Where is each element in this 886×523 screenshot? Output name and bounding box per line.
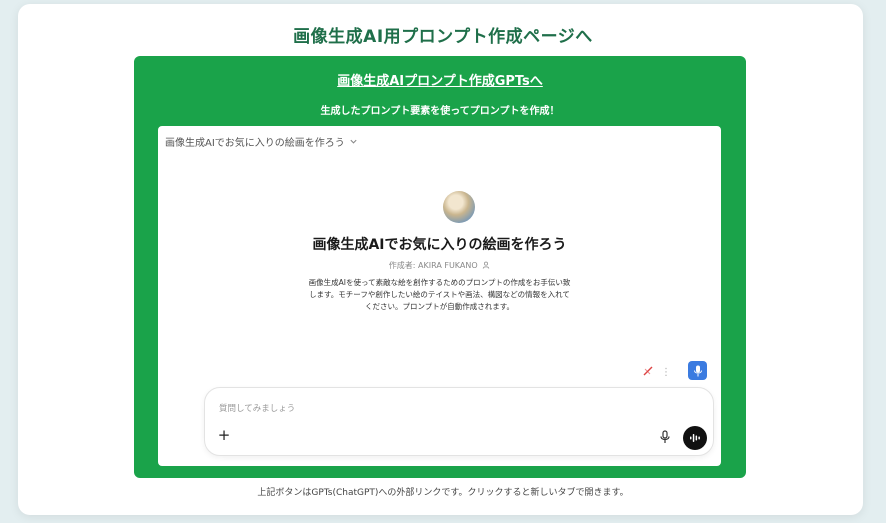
slash-icon[interactable] [640, 365, 656, 381]
gpts-banner: 画像生成AIプロンプト作成GPTsへ 生成したプロンプト要素を使ってプロンプトを… [134, 56, 746, 478]
author-text: 作成者: AKIRA FUKANO [388, 261, 478, 270]
page-title: 画像生成AI用プロンプト作成ページへ [293, 27, 593, 47]
microphone-icon[interactable] [659, 430, 671, 444]
attach-plus-icon[interactable]: + [217, 428, 231, 443]
banner-subtitle: 生成したプロンプト要素を使ってプロンプトを作成！ [320, 106, 560, 117]
gpt-model-selector[interactable]: 画像生成AIでお気に入りの絵画を作ろう [165, 134, 358, 149]
voice-input-button[interactable] [688, 361, 707, 380]
person-icon [483, 261, 490, 269]
microphone-icon [693, 365, 702, 376]
voice-mode-button[interactable] [683, 426, 707, 450]
chat-embed: 画像生成AIでお気に入りの絵画を作ろう 画像生成AIでお気に入りの絵画を作ろう … [158, 126, 721, 466]
gpt-description: 画像生成AIを使って素敵な絵を創作するためのプロンプトの作成をお手伝い致します。… [308, 278, 571, 311]
message-input[interactable] [219, 402, 619, 416]
external-link-note: 上記ボタンはGPTs(ChatGPT)への外部リンクです。クリックすると新しいタ… [257, 488, 629, 498]
gpts-link[interactable]: 画像生成AIプロンプト作成GPTsへ [134, 70, 746, 89]
gpt-avatar [443, 191, 475, 223]
gpt-name: 画像生成AIでお気に入りの絵画を作ろう [312, 237, 567, 253]
chat-header-title: 画像生成AIでお気に入りの絵画を作ろう [165, 138, 345, 149]
waveform-icon [690, 434, 700, 442]
message-composer: + [204, 387, 714, 456]
gpt-author: 作成者: AKIRA FUKANO [158, 260, 721, 271]
chevron-down-icon [350, 139, 357, 144]
more-vertical-icon[interactable]: ⋮ [661, 365, 671, 381]
